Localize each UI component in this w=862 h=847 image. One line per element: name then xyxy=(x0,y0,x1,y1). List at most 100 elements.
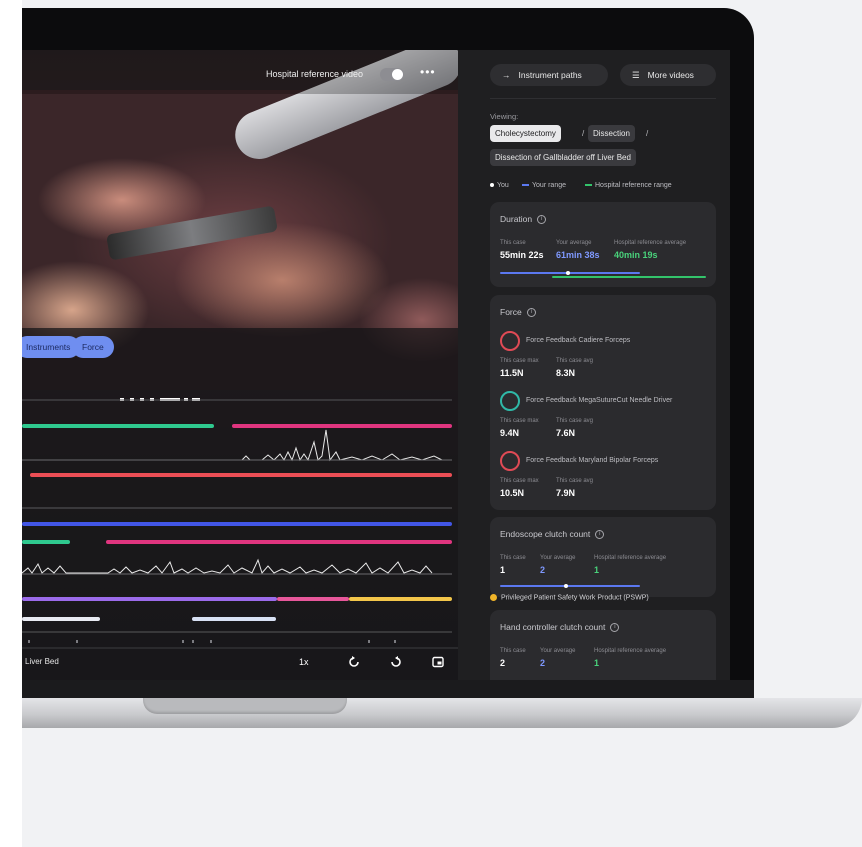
duration-title: Duration i xyxy=(500,214,547,225)
track-white-2 xyxy=(192,617,276,621)
track-magenta-2 xyxy=(106,540,452,544)
more-videos-button[interactable]: ☰ More videos xyxy=(620,64,716,86)
breadcrumb-phase[interactable]: Dissection xyxy=(588,125,635,142)
force-item-name: Force Feedback Cadiere Forceps xyxy=(526,337,631,344)
breadcrumb-separator: / xyxy=(582,129,585,138)
duration-your-range xyxy=(500,272,640,274)
duration-you-marker xyxy=(566,271,570,275)
instrument-paths-button[interactable]: → Instrument paths xyxy=(490,64,608,86)
panel-divider xyxy=(490,98,716,99)
track-blue xyxy=(22,522,452,526)
hand-value-your-avg: 2 xyxy=(540,658,546,668)
hand-controller-clutch-title: Hand controller clutch count i xyxy=(500,622,620,633)
playback-speed-button[interactable]: 1x xyxy=(299,657,309,667)
track-white-1 xyxy=(22,617,100,621)
page-edge xyxy=(0,0,22,847)
forward-icon[interactable] xyxy=(390,656,402,668)
force-avg-value: 7.6N xyxy=(556,428,576,438)
hand-label-this-case: This case xyxy=(500,648,526,654)
endoscope-you-marker xyxy=(564,584,568,588)
force-item-name: Force Feedback Maryland Bipolar Forceps xyxy=(526,457,659,464)
info-icon[interactable]: i xyxy=(610,623,620,633)
pswp-notice: Privileged Patient Safety Work Product (… xyxy=(490,594,649,601)
track-green-1 xyxy=(22,424,214,428)
info-icon[interactable]: i xyxy=(537,215,547,225)
legend-your-range: Your range xyxy=(522,182,566,189)
endoscope-clutch-title: Endoscope clutch count i xyxy=(500,529,605,540)
rewind-icon[interactable] xyxy=(348,656,360,668)
track-green-2 xyxy=(22,540,70,544)
endoscope-clutch-card: Endoscope clutch count i This case Your a… xyxy=(490,517,716,597)
force-label-max: This case max xyxy=(500,478,539,484)
breadcrumb-separator: / xyxy=(646,129,649,138)
force-max-value: 10.5N xyxy=(500,488,525,498)
track-yellow xyxy=(349,597,452,601)
force-label-avg: This case avg xyxy=(556,358,594,364)
cadiere-forceps-icon xyxy=(500,331,520,351)
legend-your-range-line xyxy=(522,184,529,187)
duration-label-this-case: This case xyxy=(500,240,526,246)
duration-hospital-range xyxy=(552,276,706,278)
app-screen: Hospital reference video ••• Instruments… xyxy=(22,50,730,680)
force-label-max: This case max xyxy=(500,418,539,424)
metrics-panel: → Instrument paths ☰ More videos Viewing: … xyxy=(458,50,730,680)
legend-your-range-label: Your range xyxy=(532,182,566,189)
force-label-max: This case max xyxy=(500,358,539,364)
legend-hospital-range-label: Hospital reference range xyxy=(595,182,672,189)
duration-label-your-avg: Your average xyxy=(556,240,592,246)
force-card: Force i Force Feedback Cadiere Forceps Th… xyxy=(490,295,716,510)
endoscope-label-your-avg: Your average xyxy=(540,555,576,561)
track-pink xyxy=(277,597,349,601)
force-avg-value: 8.3N xyxy=(556,368,576,378)
endoscope-your-range xyxy=(500,585,640,587)
duration-value-hospital-avg: 40min 19s xyxy=(614,250,658,260)
instrument-paths-label: Instrument paths xyxy=(518,70,582,80)
track-magenta-1 xyxy=(232,424,452,428)
warning-dot-icon xyxy=(490,594,497,601)
info-icon[interactable]: i xyxy=(526,308,536,318)
endoscope-label-hospital-avg: Hospital reference average xyxy=(594,555,667,561)
picture-in-picture-icon[interactable] xyxy=(432,656,444,668)
viewing-label: Viewing: xyxy=(490,112,519,121)
force-label-avg: This case avg xyxy=(556,418,594,424)
duration-value-this-case: 55min 22s xyxy=(500,250,544,260)
endoscope-value-hospital-avg: 1 xyxy=(594,565,600,575)
endoscope-value-this-case: 1 xyxy=(500,565,506,575)
duration-value-your-avg: 61min 38s xyxy=(556,250,600,260)
legend-you-dot xyxy=(490,183,494,188)
track-red xyxy=(30,473,452,477)
duration-label-hospital-avg: Hospital reference average xyxy=(614,240,687,246)
surgical-video-player[interactable]: Hospital reference video ••• Instruments… xyxy=(22,50,458,680)
force-spark-1 xyxy=(234,429,443,462)
timeline-tracks xyxy=(22,398,458,649)
force-item-name: Force Feedback MegaSutureCut Needle Driv… xyxy=(526,397,673,404)
track-purple xyxy=(22,597,277,601)
force-max-value: 11.5N xyxy=(500,368,524,378)
endoscope-value-your-avg: 2 xyxy=(540,565,546,575)
hand-label-hospital-avg: Hospital reference average xyxy=(594,648,667,654)
breadcrumb-procedure[interactable]: Cholecystectomy xyxy=(490,125,561,142)
scrubber-ticks xyxy=(28,640,396,643)
legend-you-label: You xyxy=(497,182,509,189)
force-spark-2 xyxy=(22,558,433,575)
legend-hospital-range-line xyxy=(585,184,592,187)
hand-controller-clutch-card: Hand controller clutch count i This case … xyxy=(490,610,716,680)
force-title: Force i xyxy=(500,307,536,318)
more-videos-label: More videos xyxy=(647,70,694,80)
laptop-hinge xyxy=(22,680,754,700)
legend-hospital-range: Hospital reference range xyxy=(585,182,672,189)
timeline-step-label: Liver Bed xyxy=(25,657,59,666)
info-icon[interactable]: i xyxy=(595,530,605,540)
force-max-value: 9.4N xyxy=(500,428,520,438)
bipolar-forceps-icon xyxy=(500,451,520,471)
legend-you: You xyxy=(490,182,509,189)
endoscope-label-this-case: This case xyxy=(500,555,526,561)
force-avg-value: 7.9N xyxy=(556,488,576,498)
duration-card: Duration i This case Your average Hospita… xyxy=(490,202,716,287)
hand-value-hospital-avg: 1 xyxy=(594,658,600,668)
hand-label-your-avg: Your average xyxy=(540,648,576,654)
list-icon: ☰ xyxy=(632,70,640,80)
needle-driver-icon xyxy=(500,391,520,411)
arrow-right-icon: → xyxy=(502,70,511,80)
breadcrumb-step[interactable]: Dissection of Gallbladder off Liver Bed xyxy=(490,149,636,166)
